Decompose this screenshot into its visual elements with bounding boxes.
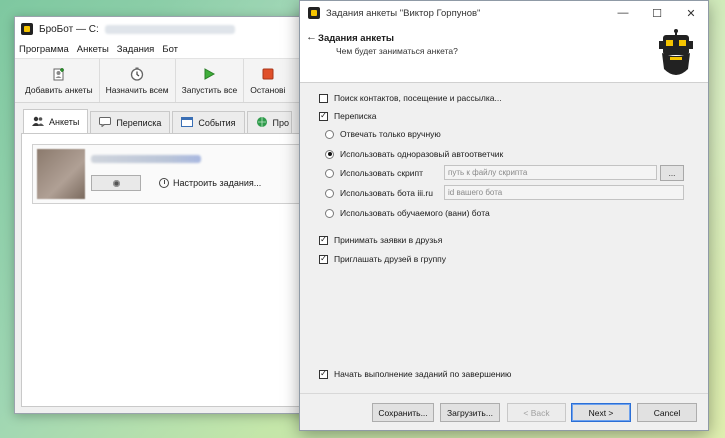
start-on-finish-option[interactable]: Начать выполнение заданий по завершению [319,369,511,379]
stop-button[interactable]: Останові [244,59,291,102]
wizard-title: Задания анкеты [318,33,395,44]
dialog-titlebar[interactable]: Задания анкеты "Виктор Горпунов" — ☐ ✕ [300,1,708,25]
invite-group-checkbox[interactable] [319,254,328,264]
robot-mascot-icon [659,29,693,75]
load-button[interactable]: Загрузить... [440,403,500,422]
tab-profiles[interactable]: Анкеты [23,109,89,133]
dialog-title: Задания анкеты "Виктор Горпунов" [326,7,481,19]
close-button[interactable]: ✕ [674,1,708,25]
radio-iii-bot-option[interactable]: Использовать бота iii.ru [325,188,433,198]
radio-manual-option[interactable]: Отвечать только вручную [325,129,441,139]
wizard-header: ← Задания анкеты Чем будет заниматься ан… [300,25,708,83]
tab-messages-label: Переписка [116,117,162,128]
radio-manual[interactable] [325,129,334,139]
radio-manual-label: Отвечать только вручную [340,129,441,139]
invite-group-option[interactable]: Приглашать друзей в группу [319,254,446,264]
back-button[interactable]: < Back [507,403,566,422]
menu-bot[interactable]: Бот [162,44,178,55]
radio-trained-bot[interactable] [325,208,334,218]
add-profiles-label: Добавить анкеты [25,84,93,95]
main-window: БроБот — C: Программа Анкеты Задания Бот… [14,16,314,414]
tab-events-label: События [198,117,236,128]
radio-iii-bot-label: Использовать бота iii.ru [340,188,433,198]
cancel-button[interactable]: Cancel [637,403,697,422]
calendar-icon [181,116,194,129]
search-contacts-checkbox[interactable] [319,93,328,103]
radio-script[interactable] [325,168,334,178]
add-profile-icon [52,67,66,81]
next-button[interactable]: Next > [571,403,631,422]
profile-tasks-dialog: Задания анкеты "Виктор Горпунов" — ☐ ✕ ←… [299,0,709,431]
tab-profiles-label: Анкеты [49,116,80,127]
radio-trained-bot-option[interactable]: Использовать обучаемого (вани) бота [325,208,490,218]
messaging-checkbox[interactable] [319,111,328,121]
chat-icon [99,116,112,129]
back-arrow-icon[interactable]: ← [306,31,317,43]
main-window-title: БроБот — C: [39,23,99,35]
tab-more-label: Про [272,117,289,128]
radio-iii-bot[interactable] [325,188,334,198]
assign-all-label: Назначить всем [105,84,169,95]
run-all-button[interactable]: Запустить все [176,59,245,102]
app-logo-icon [21,23,33,35]
accept-friends-label: Принимать заявки в друзья [334,235,443,245]
globe-icon [256,116,268,130]
start-on-finish-checkbox[interactable] [319,369,328,379]
main-tabs: Анкеты Переписка События Про [15,109,313,133]
messaging-label: Переписка [334,111,377,121]
run-all-label: Запустить все [181,84,238,95]
accept-friends-option[interactable]: Принимать заявки в друзья [319,235,442,245]
profiles-panel: Настроить задания... Б [21,133,313,407]
start-on-finish-label: Начать выполнение заданий по завершению [334,369,512,379]
configure-tasks-link[interactable]: Настроить задания... [159,178,261,188]
clock-icon [159,178,169,188]
profile-status-button[interactable] [91,175,141,191]
menu-program[interactable]: Программа [19,44,69,55]
invite-group-label: Приглашать друзей в группу [334,254,447,264]
search-contacts-option[interactable]: Поиск контактов, посещение и рассылка... [319,93,502,103]
blurred-profile-name [91,155,201,163]
tab-messages[interactable]: Переписка [90,111,171,133]
avatar [37,149,85,199]
wizard-footer: Сохранить... Загрузить... < Back Next > … [300,393,708,430]
radio-script-label: Использовать скрипт [340,168,424,178]
configure-tasks-label: Настроить задания... [173,178,262,188]
bot-id-input[interactable]: id вашего бота [444,185,684,200]
radio-script-option[interactable]: Использовать скрипт [325,168,423,178]
save-button[interactable]: Сохранить... [372,403,434,422]
status-dot-icon [112,179,120,187]
wizard-subtitle: Чем будет заниматься анкета? [336,46,458,56]
script-path-input[interactable]: путь к файлу скрипта [444,165,657,180]
radio-autoresponder-option[interactable]: Использовать одноразовый автоответчик [325,149,503,159]
accept-friends-checkbox[interactable] [319,235,328,245]
profile-card[interactable]: Настроить задания... Б [32,144,312,204]
menubar: Программа Анкеты Задания Бот [15,41,313,59]
add-profiles-button[interactable]: Добавить анкеты [19,59,100,102]
app-logo-icon [308,7,320,19]
tab-events[interactable]: События [172,111,245,133]
messaging-option[interactable]: Переписка [319,111,377,121]
timer-icon [130,67,144,81]
radio-trained-bot-label: Использовать обучаемого (вани) бота [340,208,490,218]
minimize-button[interactable]: — [606,1,640,25]
assign-all-button[interactable]: Назначить всем [100,59,176,102]
radio-autoresponder-label: Использовать одноразовый автоответчик [340,149,504,159]
radio-autoresponder[interactable] [325,149,334,159]
play-icon [202,67,216,81]
window-controls: — ☐ ✕ [606,1,708,25]
maximize-button[interactable]: ☐ [640,1,674,25]
search-contacts-label: Поиск контактов, посещение и рассылка... [334,93,502,103]
stop-icon [261,67,275,81]
stop-label: Останові [250,84,286,95]
tab-more[interactable]: Про [246,111,292,133]
wizard-body: Поиск контактов, посещение и рассылка...… [300,83,708,393]
browse-script-button[interactable]: ... [660,165,684,181]
main-window-titlebar[interactable]: БроБот — C: [15,17,313,41]
people-icon [32,116,44,128]
toolbar: Добавить анкеты Назначить всем Запустить… [15,59,313,103]
menu-profiles[interactable]: Анкеты [77,44,109,55]
blurred-path [104,24,235,34]
menu-tasks[interactable]: Задания [117,44,155,55]
